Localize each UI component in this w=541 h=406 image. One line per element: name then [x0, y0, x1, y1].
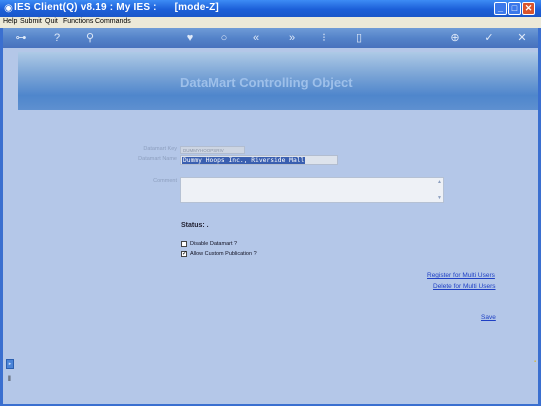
menu-quit[interactable]: Quit — [45, 18, 58, 25]
content-area: DataMart Controlling Object Datamart Key… — [3, 48, 538, 404]
minimize-button[interactable]: _ — [494, 2, 507, 15]
side-glyph-icon: ǁ — [8, 376, 11, 383]
title-bar[interactable]: ◉ IES Client(Q) v8.19 : My IES : [mode-Z… — [0, 0, 541, 17]
page-title: DataMart Controlling Object — [180, 75, 353, 90]
register-multi-users-link[interactable]: Register for Multi Users — [427, 272, 495, 279]
datamart-key-label: Datamart Key — [143, 146, 177, 152]
comment-label: Comment — [153, 178, 177, 184]
close-icon[interactable]: ✕ — [516, 28, 528, 48]
edge-marker-icon: ▪ — [534, 359, 537, 365]
disable-datamart-checkbox[interactable] — [181, 241, 187, 247]
comment-textarea[interactable]: ▲ ▼ — [180, 177, 444, 203]
delete-multi-users-link[interactable]: Delete for Multi Users — [433, 283, 496, 290]
scroll-down-icon[interactable]: ▼ — [437, 195, 442, 201]
allow-custom-publication-checkbox[interactable]: ✓ — [181, 251, 187, 257]
app-icon: ◉ — [4, 3, 13, 14]
allow-custom-publication-label: Allow Custom Publication ? — [190, 251, 257, 257]
circle-icon[interactable]: ○ — [218, 28, 230, 48]
side-indicator-icon[interactable]: ▸ — [6, 359, 14, 369]
maximize-button[interactable]: □ — [508, 2, 521, 15]
search-icon[interactable]: ⚲ — [84, 28, 96, 48]
toolbar: ⊶ ? ⚲ ♥ ○ « » ⁝ ▯ ⊕ ✓ ✕ — [3, 28, 538, 48]
disable-datamart-label: Disable Datamart ? — [190, 241, 238, 247]
rewind-icon[interactable]: « — [250, 28, 262, 48]
fast-forward-icon[interactable]: » — [286, 28, 298, 48]
window-title: IES Client(Q) v8.19 : My IES : [mode-Z] — [14, 2, 219, 13]
menu-submit[interactable]: Submit — [20, 18, 42, 25]
menu-bar: Help Submit Quit Functions Commands — [0, 17, 541, 28]
add-icon[interactable]: ⊕ — [449, 28, 461, 48]
menu-help[interactable]: Help — [3, 18, 17, 25]
datamart-key-field[interactable]: DUMMYHOOPSRIV — [180, 146, 245, 154]
page-banner: DataMart Controlling Object — [18, 52, 538, 110]
scroll-up-icon[interactable]: ▲ — [437, 179, 442, 185]
key-icon[interactable]: ⊶ — [9, 28, 33, 48]
help-icon[interactable]: ? — [51, 28, 63, 48]
application-window: ◉ IES Client(Q) v8.19 : My IES : [mode-Z… — [0, 0, 541, 406]
save-link[interactable]: Save — [481, 314, 496, 321]
menu-commands[interactable]: Commands — [95, 18, 131, 25]
check-icon[interactable]: ✓ — [483, 28, 495, 48]
datamart-name-label: Datamart Name — [138, 156, 177, 162]
close-window-button[interactable]: ✕ — [522, 2, 535, 15]
list-icon[interactable]: ⁝ — [318, 28, 330, 48]
datamart-name-field[interactable]: Dummy Hoops Inc., Riverside Mall — [180, 155, 338, 165]
menu-functions[interactable]: Functions — [63, 18, 93, 25]
heart-icon[interactable]: ♥ — [184, 28, 196, 48]
page-icon[interactable]: ▯ — [353, 28, 365, 48]
datamart-name-value: Dummy Hoops Inc., Riverside Mall — [182, 157, 306, 164]
status-text: Status: . — [181, 222, 209, 229]
